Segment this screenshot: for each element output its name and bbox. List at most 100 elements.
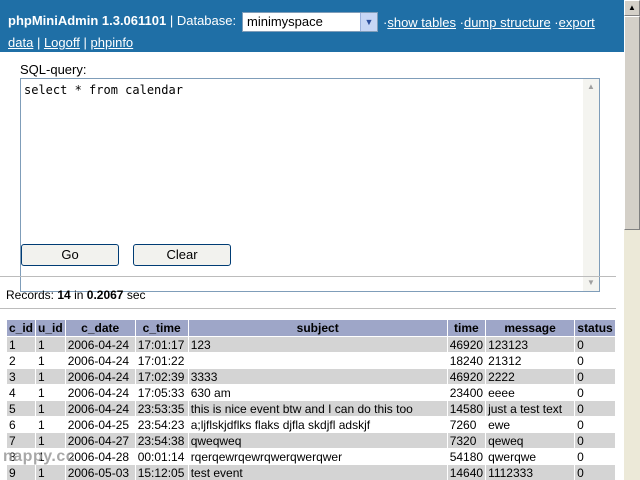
table-cell-c_time: 00:01:14 (134, 448, 189, 465)
table-cell-time: 23400 (446, 384, 487, 401)
table-cell-c_id: 2 (5, 352, 37, 369)
watermark-logo: nappy.cc (3, 448, 76, 465)
table-cell-c_id: 7 (5, 432, 37, 449)
table-cell-c_date: 2006-04-28 (64, 448, 136, 465)
table-header-row: c_id u_id c_date c_time subject time mes… (5, 319, 617, 337)
table-cell-c_time: 17:05:33 (134, 384, 189, 401)
table-cell-c_time: 15:12:05 (134, 464, 189, 480)
database-selected-value: minimyspace (247, 14, 323, 29)
table-cell-c_time: 23:53:35 (134, 400, 189, 417)
table-row: 7 1 2006-04-27 23:54:38 qweqweq 7320 qeweq 0 (5, 432, 617, 449)
table-cell-c_date: 2006-04-24 (64, 400, 136, 417)
table-cell-c_id: 6 (5, 416, 37, 433)
table-cell-u_id: 1 (35, 352, 66, 369)
table-cell-message: just a test text (485, 400, 576, 417)
table-cell-status: 0 (574, 384, 617, 401)
table-cell-time: 7260 (446, 416, 487, 433)
column-header[interactable]: status (574, 319, 617, 337)
table-cell-u_id: 1 (35, 368, 66, 385)
chevron-down-icon[interactable]: ▼ (360, 13, 377, 31)
table-cell-subject: 3333 (187, 368, 448, 385)
table-cell-status: 0 (574, 336, 617, 353)
table-cell-status: 0 (574, 448, 617, 465)
table-cell-c_date: 2006-04-24 (64, 352, 136, 369)
table-cell-message: 123123 (485, 336, 576, 353)
table-cell-time: 46920 (446, 336, 487, 353)
scroll-up-icon[interactable]: ▲ (624, 0, 640, 16)
dump-structure-link[interactable]: dump structure (464, 15, 551, 30)
table-cell-message: 21312 (485, 352, 576, 369)
table-cell-subject: 123 (187, 336, 448, 353)
table-cell-time: 14580 (446, 400, 487, 417)
database-select[interactable]: minimyspace ▼ (242, 12, 378, 32)
results-table: c_id u_id c_date c_time subject time mes… (5, 319, 617, 480)
table-cell-u_id: 1 (35, 464, 66, 480)
table-cell-c_date: 2006-04-24 (64, 368, 136, 385)
table-cell-c_date: 2006-04-25 (64, 416, 136, 433)
scroll-down-icon[interactable]: ▼ (583, 275, 599, 291)
scrollbar-thumb[interactable] (624, 16, 640, 230)
table-cell-message: qeweq (485, 432, 576, 449)
table-row: 4 1 2006-04-24 17:05:33 630 am 23400 eeee 0 (5, 384, 617, 401)
go-button[interactable]: Go (21, 244, 119, 266)
table-cell-c_id: 3 (5, 368, 37, 385)
table-cell-status: 0 (574, 464, 617, 480)
table-cell-subject: qweqweq (187, 432, 448, 449)
table-row: 8 1 2006-04-28 00:01:14 rqerqewrqewrqwerqwer… (5, 448, 617, 465)
export-data-link[interactable]: data (8, 35, 33, 50)
sql-panel: SQL-query: select * from calendar ▲ ▼ (0, 52, 624, 292)
export-link[interactable]: export (559, 15, 595, 30)
column-header[interactable]: time (446, 319, 487, 337)
table-cell-message: ewe (485, 416, 576, 433)
table-cell-subject: a;ljflskjdflks flaks djfla skdjfl adskjf (187, 416, 448, 433)
header-line2: data | Logoff | phpinfo (8, 35, 134, 50)
table-cell-time: 14640 (446, 464, 487, 480)
divider (0, 308, 616, 309)
table-cell-c_id: 4 (5, 384, 37, 401)
table-cell-message: eeee (485, 384, 576, 401)
clear-button[interactable]: Clear (133, 244, 231, 266)
table-cell-time: 46920 (446, 368, 487, 385)
column-header[interactable]: u_id (35, 319, 66, 337)
table-row: 9 1 2006-05-03 15:12:05 test event 14640 11123… (5, 464, 617, 480)
column-header[interactable]: c_date (64, 319, 136, 337)
phpinfo-link[interactable]: phpinfo (91, 35, 134, 50)
table-row: 3 1 2006-04-24 17:02:39 3333 46920 2222 0 (5, 368, 617, 385)
column-header[interactable]: c_time (134, 319, 189, 337)
table-cell-u_id: 1 (35, 400, 66, 417)
page-scrollbar[interactable]: ▲ (624, 0, 640, 480)
table-cell-c_time: 17:01:17 (134, 336, 189, 353)
table-cell-time: 7320 (446, 432, 487, 449)
column-header[interactable]: message (485, 319, 576, 337)
app-title: phpMiniAdmin 1.3.061101 (8, 13, 167, 28)
table-cell-c_time: 17:01:22 (134, 352, 189, 369)
sql-query-text: select * from calendar (24, 83, 183, 97)
database-label: | Database: (169, 13, 237, 28)
table-cell-status: 0 (574, 400, 617, 417)
scroll-up-icon[interactable]: ▲ (583, 79, 599, 95)
table-cell-time: 54180 (446, 448, 487, 465)
table-row: 6 1 2006-04-25 23:54:23 a;ljflskjdflks flaks… (5, 416, 617, 433)
table-cell-c_time: 23:54:38 (134, 432, 189, 449)
table-cell-c_id: 9 (5, 464, 37, 480)
page: phpMiniAdmin 1.3.061101 | Database: mini… (0, 0, 624, 480)
table-cell-c_id: 5 (5, 400, 37, 417)
table-cell-u_id: 1 (35, 336, 66, 353)
logoff-link[interactable]: Logoff (44, 35, 80, 50)
column-header[interactable]: c_id (5, 319, 37, 337)
table-cell-status: 0 (574, 368, 617, 385)
header-links: ·show tables ·dump structure ·export (383, 15, 595, 30)
table-cell-time: 18240 (446, 352, 487, 369)
table-cell-c_id: 1 (5, 336, 37, 353)
table-cell-subject: rqerqewrqewrqwerqwerqwer (187, 448, 448, 465)
column-header[interactable]: subject (187, 319, 448, 337)
header-line1: phpMiniAdmin 1.3.061101 | Database: (8, 13, 236, 28)
table-cell-c_date: 2006-04-24 (64, 336, 136, 353)
table-body: 1 1 2006-04-24 17:01:17 123 46920 123123 0 2 1 200… (5, 336, 617, 480)
table-cell-status: 0 (574, 432, 617, 449)
table-cell-message: 1112333 (485, 464, 576, 480)
table-cell-subject: 630 am (187, 384, 448, 401)
table-row: 1 1 2006-04-24 17:01:17 123 46920 123123 0 (5, 336, 617, 353)
sql-scrollbar[interactable]: ▲ ▼ (583, 79, 599, 291)
show-tables-link[interactable]: show tables (387, 15, 456, 30)
